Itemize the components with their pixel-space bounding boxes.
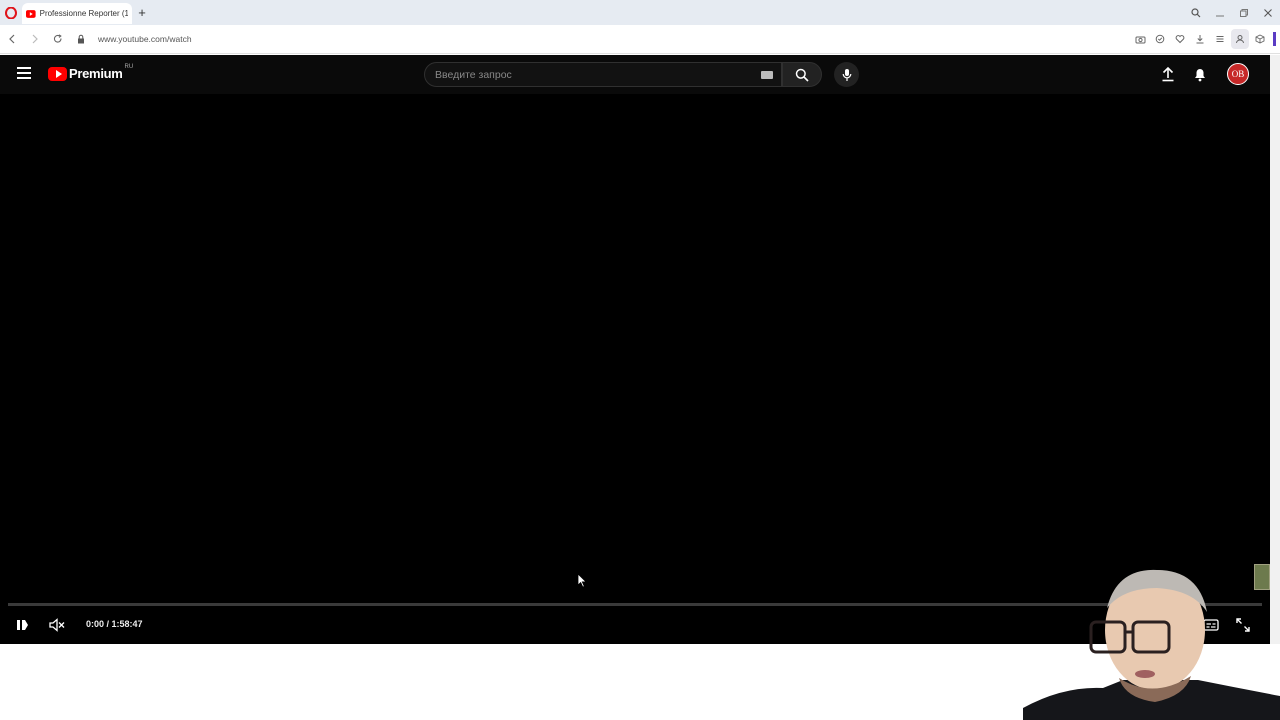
reload-icon[interactable] <box>47 28 69 50</box>
window-controls <box>1184 0 1280 25</box>
profile-icon[interactable] <box>1231 29 1249 49</box>
pause-icon <box>17 620 28 630</box>
url-field[interactable]: www.youtube.com/watch <box>98 34 192 44</box>
time-display: 0:00 / 1:58:47 <box>86 619 143 629</box>
restore-icon[interactable] <box>1232 0 1256 25</box>
search-input[interactable] <box>425 68 745 81</box>
address-bar-actions <box>1131 29 1276 49</box>
keyboard-icon[interactable] <box>761 71 773 79</box>
tab-search-icon[interactable] <box>1184 0 1208 25</box>
youtube-page: Premium RU OB <box>0 55 1270 644</box>
cube-icon[interactable] <box>1251 29 1269 49</box>
browser-tab[interactable]: Professionne Reporter (1’ <box>22 3 132 24</box>
tab-title: Professionne Reporter (1’ <box>39 9 128 18</box>
heart-icon[interactable] <box>1171 29 1189 49</box>
menu-lines-icon[interactable] <box>1211 29 1229 49</box>
voice-search-button[interactable] <box>834 62 859 87</box>
youtube-play-logo-icon <box>48 66 67 81</box>
bell-icon <box>1195 69 1205 82</box>
minimize-icon[interactable] <box>1208 0 1232 25</box>
browser-tab-strip: Professionne Reporter (1’ + <box>0 0 1280 25</box>
volume-muted-icon <box>49 618 65 632</box>
sidebar-accent-bar <box>1273 32 1276 46</box>
search-button[interactable] <box>782 62 822 87</box>
logo-region: RU <box>124 63 134 70</box>
screen: Professionne Reporter (1’ + www.youtube.… <box>0 0 1280 720</box>
webcam-overlay <box>1023 569 1280 720</box>
forward-icon[interactable] <box>24 28 46 50</box>
close-icon[interactable] <box>1256 0 1280 25</box>
shield-icon[interactable] <box>1151 29 1169 49</box>
back-icon[interactable] <box>1 28 23 50</box>
youtube-favicon-icon <box>26 9 36 18</box>
pause-button[interactable] <box>12 613 32 637</box>
camera-snapshot-icon[interactable] <box>1131 29 1149 49</box>
upload-icon <box>1162 66 1174 82</box>
youtube-premium-logo[interactable]: Premium RU <box>48 63 134 81</box>
search-box <box>424 62 782 87</box>
upload-button[interactable] <box>1159 65 1177 83</box>
youtube-masthead: Premium RU OB <box>0 55 1270 94</box>
download-icon[interactable] <box>1191 29 1209 49</box>
notifications-button[interactable] <box>1191 65 1209 83</box>
logo-text: Premium <box>69 66 123 81</box>
lock-icon[interactable] <box>70 28 92 50</box>
address-bar: www.youtube.com/watch <box>0 25 1280 54</box>
opera-logo-icon[interactable] <box>0 0 22 25</box>
account-avatar[interactable]: OB <box>1227 63 1249 85</box>
hamburger-menu-icon[interactable] <box>17 67 31 79</box>
new-tab-button[interactable]: + <box>132 3 152 23</box>
mouse-cursor-icon <box>577 573 587 588</box>
mute-button[interactable] <box>46 613 68 637</box>
page-scrollbar[interactable] <box>1270 55 1280 644</box>
microphone-icon <box>842 68 851 81</box>
search-icon <box>795 68 809 82</box>
